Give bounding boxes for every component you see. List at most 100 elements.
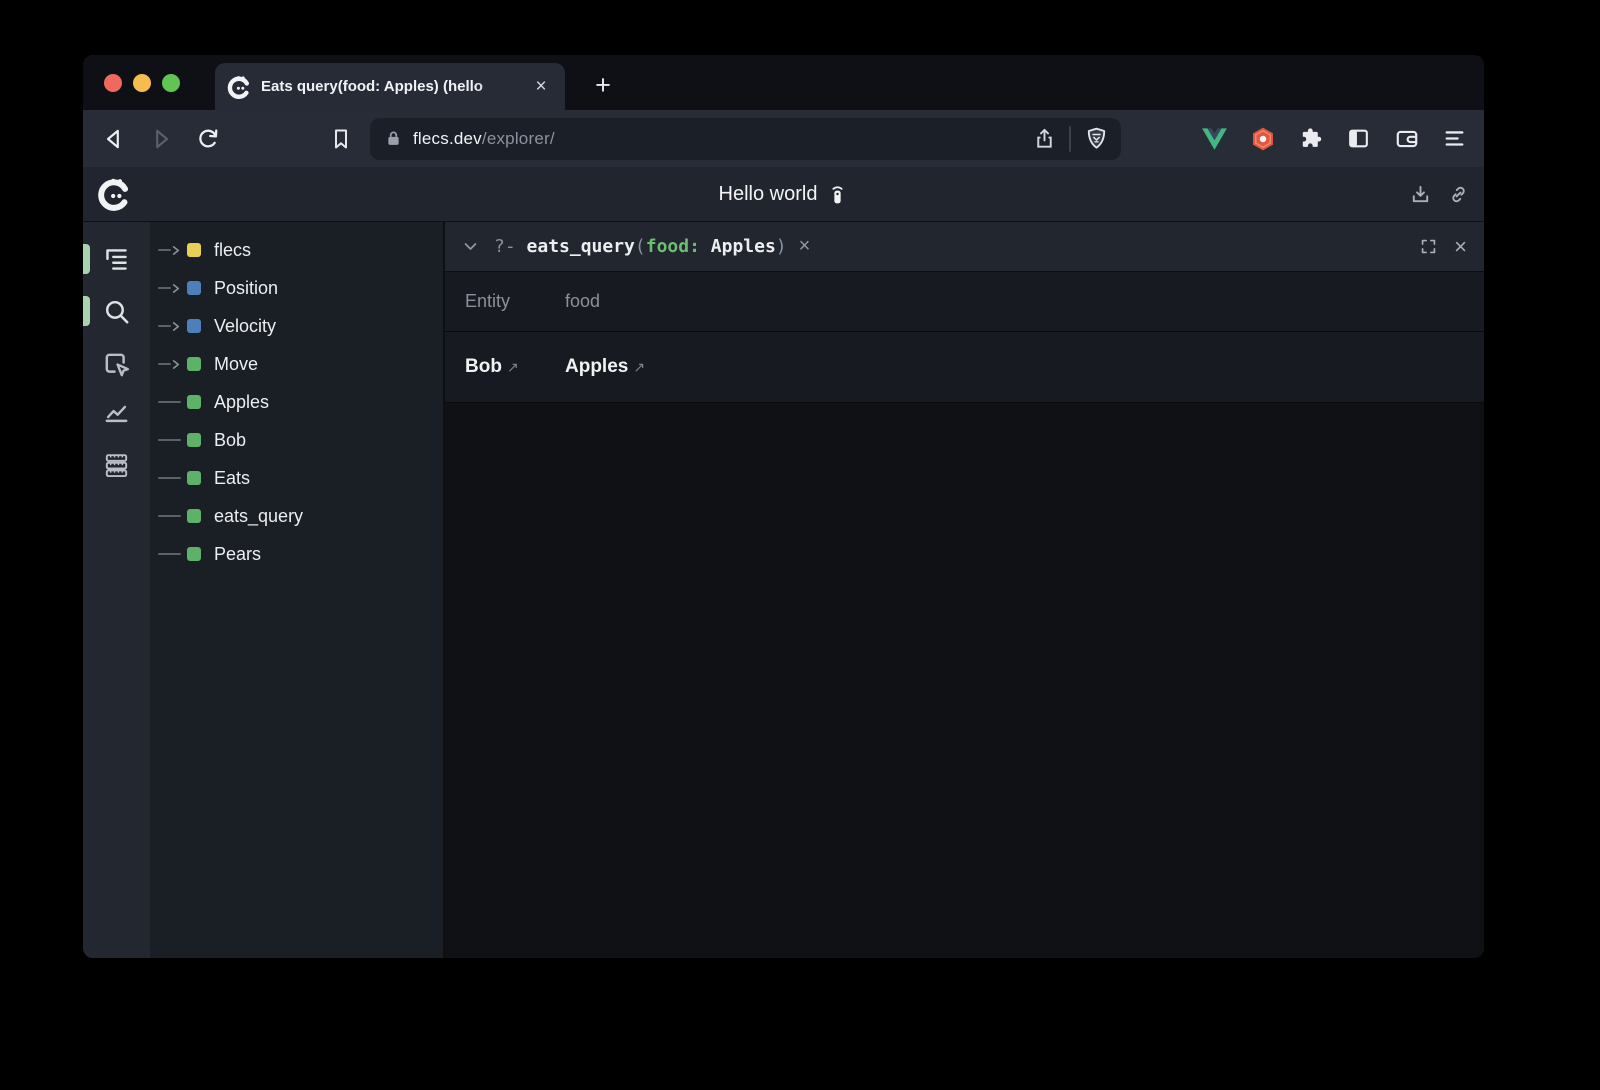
- browser-tab[interactable]: Eats query(food: Apples) (hello ×: [215, 63, 565, 110]
- results-table-header: Entity food: [445, 272, 1484, 332]
- close-window-button[interactable]: [104, 74, 122, 92]
- entity-color-square: [187, 243, 201, 257]
- explorer-header: Hello world: [83, 167, 1484, 222]
- tree-item-move[interactable]: Move: [150, 345, 443, 383]
- row-entity-cell[interactable]: Bob↗: [465, 356, 565, 378]
- tree-connector[interactable]: [158, 321, 185, 332]
- forward-icon[interactable]: [144, 122, 178, 156]
- menu-icon[interactable]: [1441, 125, 1468, 152]
- flecs-favicon-icon: [227, 75, 251, 99]
- active-pill-tree: [83, 244, 90, 274]
- explorer-content: flecs Position Velocity Move: [83, 222, 1484, 958]
- fullscreen-icon[interactable]: [1419, 237, 1438, 256]
- chevron-right-icon: [170, 321, 181, 332]
- inspector-icon[interactable]: [101, 349, 132, 380]
- chevron-right-icon: [170, 283, 181, 294]
- table-row[interactable]: Bob↗ Apples↗: [445, 332, 1484, 403]
- entity-color-square: [187, 395, 201, 409]
- tree-item-position[interactable]: Position: [150, 269, 443, 307]
- remote-connection-icon: [827, 182, 848, 206]
- entity-color-square: [187, 471, 201, 485]
- vue-extension-icon[interactable]: [1201, 125, 1228, 152]
- tree-item-velocity[interactable]: Velocity: [150, 307, 443, 345]
- entity-color-square: [187, 509, 201, 523]
- wallet-icon[interactable]: [1393, 125, 1420, 152]
- hexagon-extension-icon[interactable]: [1249, 125, 1276, 152]
- tree-item-apples[interactable]: Apples: [150, 383, 443, 421]
- tree-item-label: eats_query: [214, 506, 303, 527]
- paren-open: (: [635, 236, 646, 257]
- zoom-window-button[interactable]: [162, 74, 180, 92]
- tree-item-label: Move: [214, 354, 258, 375]
- back-icon[interactable]: [97, 122, 131, 156]
- tree-item-eats[interactable]: Eats: [150, 459, 443, 497]
- tree-connector: [158, 439, 185, 441]
- tree-connector[interactable]: [158, 245, 185, 256]
- lock-icon: [384, 129, 403, 148]
- tab-title: Eats query(food: Apples) (hello: [261, 78, 529, 95]
- tables-icon[interactable]: [101, 450, 132, 481]
- tree-item-label: Eats: [214, 468, 250, 489]
- world-title: Hello world: [719, 183, 818, 206]
- query-value: Apples: [711, 236, 776, 257]
- entity-color-square: [187, 547, 201, 561]
- chevron-right-icon: [170, 245, 181, 256]
- urlbar-divider: [1069, 126, 1071, 152]
- address-bar[interactable]: flecs.dev/explorer/: [370, 118, 1121, 160]
- query-title-bar: ?- eats_query(food: Apples) × ×: [445, 222, 1484, 272]
- extensions-puzzle-icon[interactable]: [1297, 125, 1324, 152]
- tree-connector: [158, 401, 185, 403]
- tree-item-label: Position: [214, 278, 278, 299]
- reload-icon[interactable]: [191, 122, 225, 156]
- query-panel: ?- eats_query(food: Apples) × × Entity f…: [445, 222, 1484, 958]
- browser-tab-bar: Eats query(food: Apples) (hello × +: [83, 55, 1484, 110]
- tree-item-bob[interactable]: Bob: [150, 421, 443, 459]
- url-host: flecs.dev: [413, 129, 482, 148]
- world-title-group: Hello world: [83, 182, 1484, 206]
- tree-connector[interactable]: [158, 359, 185, 370]
- brave-shield-icon[interactable]: [1084, 126, 1109, 151]
- chevron-right-icon: [170, 359, 181, 370]
- url-path: /explorer/: [482, 129, 555, 148]
- minimize-window-button[interactable]: [133, 74, 151, 92]
- open-entity-icon[interactable]: ↗: [507, 359, 519, 375]
- entity-color-square: [187, 357, 201, 371]
- tree-item-label: Apples: [214, 392, 269, 413]
- bookmark-icon[interactable]: [324, 122, 358, 156]
- browser-window: Eats query(food: Apples) (hello × +: [83, 55, 1484, 958]
- row-food-cell[interactable]: Apples↗: [565, 356, 645, 378]
- tree-item-label: Pears: [214, 544, 261, 565]
- new-tab-button[interactable]: +: [585, 67, 621, 103]
- query-prefix: ?-: [494, 236, 527, 257]
- download-icon[interactable]: [1409, 183, 1432, 206]
- entity-tree-panel: flecs Position Velocity Move: [150, 222, 445, 958]
- search-icon[interactable]: [101, 296, 132, 327]
- tab-close-icon[interactable]: ×: [529, 75, 553, 99]
- open-entity-icon[interactable]: ↗: [633, 359, 645, 375]
- panel-close-icon[interactable]: ×: [1454, 236, 1467, 258]
- stats-chart-icon[interactable]: [101, 397, 132, 428]
- tree-view-icon[interactable]: [101, 244, 132, 275]
- extension-icons: [1201, 125, 1470, 152]
- entity-color-square: [187, 281, 201, 295]
- entity-color-square: [187, 319, 201, 333]
- active-pill-search: [83, 296, 90, 326]
- tree-item-eats-query[interactable]: eats_query: [150, 497, 443, 535]
- tree-item-label: Velocity: [214, 316, 276, 337]
- column-header-entity: Entity: [465, 291, 565, 312]
- tree-item-label: flecs: [214, 240, 251, 261]
- tree-item-flecs[interactable]: flecs: [150, 231, 443, 269]
- url-text: flecs.dev/explorer/: [413, 129, 555, 149]
- share-icon[interactable]: [1033, 127, 1056, 150]
- tree-connector: [158, 477, 185, 479]
- space: [700, 236, 711, 257]
- query-clear-icon[interactable]: ×: [799, 235, 811, 258]
- sidebar-toggle-icon[interactable]: [1345, 125, 1372, 152]
- browser-toolbar: flecs.dev/explorer/: [83, 110, 1484, 167]
- chevron-down-icon[interactable]: [462, 238, 479, 255]
- column-header-food: food: [565, 291, 600, 312]
- tree-connector: [158, 515, 185, 517]
- tree-item-pears[interactable]: Pears: [150, 535, 443, 573]
- tree-connector[interactable]: [158, 283, 185, 294]
- link-icon[interactable]: [1447, 183, 1470, 206]
